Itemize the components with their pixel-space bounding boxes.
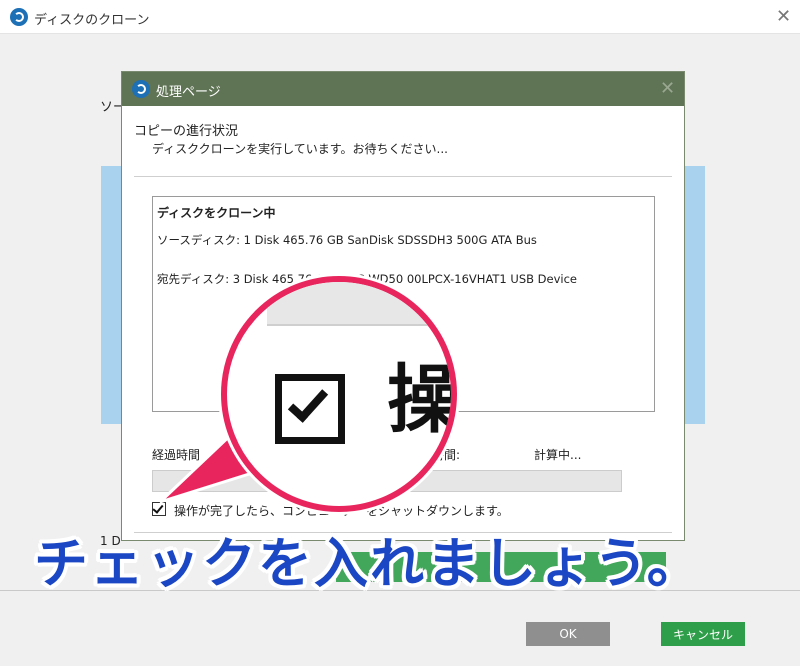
window-titlebar: ディスクのクローン ✕ — [0, 0, 800, 34]
instruction-caption: チェックを入れましょう。 — [34, 532, 703, 595]
source-disk-text: ソースディスク: 1 Disk 465.76 GB SanDisk SDSSDH… — [157, 233, 537, 247]
window-title: ディスクのクローン — [34, 13, 150, 28]
elapsed-time-label: 経過時間 — [152, 448, 201, 462]
disk-map-bar-right — [683, 166, 705, 424]
dialog-title: 処理ページ — [156, 85, 221, 100]
panel-title: ディスクをクローン中 — [157, 206, 276, 220]
dialog-logo-icon — [132, 80, 150, 98]
app-logo-icon — [10, 8, 28, 26]
remaining-time-value: 計算中... — [534, 448, 582, 462]
zoom-magnifier: 操 — [221, 276, 457, 512]
zoomed-button-edge — [267, 282, 451, 326]
shutdown-checkbox[interactable] — [152, 502, 166, 516]
zoomed-glyph: 操 — [387, 357, 457, 443]
close-icon[interactable]: ✕ — [776, 8, 791, 26]
progress-subheading: ディスククローンを実行しています。お待ちください... — [152, 142, 448, 156]
checkmark-icon — [152, 502, 164, 514]
progress-heading: コピーの進行状況 — [134, 124, 239, 139]
dialog-close-icon[interactable]: ✕ — [660, 80, 675, 98]
dialog-titlebar: 処理ページ ✕ — [122, 72, 684, 106]
ok-button[interactable]: OK — [526, 622, 610, 646]
cancel-button[interactable]: キャンセル — [661, 622, 745, 646]
disk-map-bar-left — [101, 166, 123, 424]
zoomed-checkmark-icon — [287, 381, 329, 423]
zoomed-checkbox — [275, 374, 345, 444]
dialog-separator — [134, 176, 672, 177]
